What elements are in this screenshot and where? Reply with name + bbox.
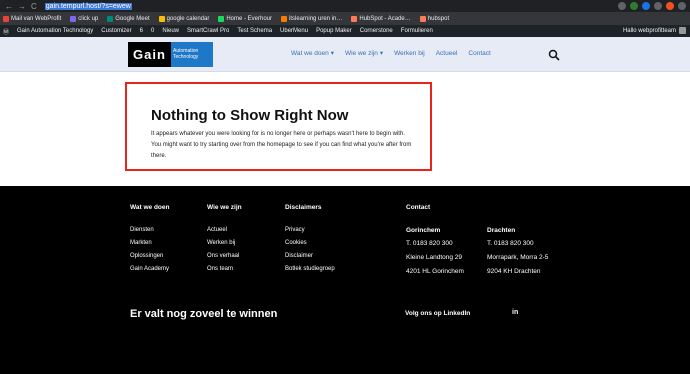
- admin-item[interactable]: 6: [140, 28, 143, 34]
- footer-heading: Disclaimers: [285, 204, 322, 211]
- star-icon[interactable]: [618, 2, 626, 10]
- footer-link[interactable]: Privacy: [285, 227, 335, 233]
- footer-link[interactable]: Ons team: [207, 266, 242, 272]
- page-title: Nothing to Show Right Now: [151, 107, 349, 124]
- admin-item[interactable]: Test Schema: [237, 28, 272, 34]
- menu-icon[interactable]: [678, 2, 686, 10]
- browser-nav: ← → C: [0, 2, 37, 11]
- bookmark[interactable]: HubSpot - Acade…: [351, 15, 411, 22]
- extension-icon[interactable]: [642, 2, 650, 10]
- address-bar-row: ← → C gain.tempurl.host/?s=ewew: [0, 0, 690, 12]
- back-icon[interactable]: ←: [5, 2, 13, 11]
- nav-item-actueel[interactable]: Actueel: [436, 49, 458, 57]
- footer-link[interactable]: Ons verhaal: [207, 253, 242, 259]
- extension-icon[interactable]: [630, 2, 638, 10]
- phone-number[interactable]: T. 0183 820 300: [487, 240, 548, 247]
- footer-tagline: Er valt nog zoveel te winnen: [130, 308, 278, 320]
- wordpress-icon[interactable]: Ⓦ: [3, 27, 9, 36]
- city-name: Gorinchem: [406, 227, 441, 234]
- nav-item-wat-we-doen[interactable]: Wat we doen ▾: [291, 49, 334, 58]
- postal-address: 4201 HL Gorinchem: [406, 268, 464, 275]
- gmail-icon: [3, 15, 9, 22]
- everhour-icon: [218, 15, 225, 22]
- admin-item[interactable]: Gain Automation Technology: [17, 28, 93, 34]
- itslearning-icon: [281, 15, 288, 22]
- footer-link[interactable]: Actueel: [207, 227, 242, 233]
- linkedin-icon[interactable]: in: [512, 309, 518, 316]
- footer-col-contact: Contact Gorinchem T. 0183 820 300 Kleine…: [406, 204, 464, 282]
- footer-link[interactable]: Cookies: [285, 240, 335, 246]
- footer-link[interactable]: Botlek studiegroep: [285, 266, 335, 272]
- bookmark[interactable]: Mail van WebProfit: [3, 15, 61, 22]
- bookmark[interactable]: itslearning uren in…: [281, 15, 342, 22]
- nav-item-werken-bij[interactable]: Werken bij: [394, 49, 425, 57]
- logo-subtitle: Automation Technology: [171, 42, 213, 67]
- admin-item[interactable]: Formulieren: [401, 28, 433, 34]
- street-address: Morrapark, Morra 2-5: [487, 254, 549, 261]
- logo-mark: Gain: [128, 42, 171, 67]
- main-nav: Wat we doen ▾ Wie we zijn ▾ Werken bij Act…: [291, 49, 491, 58]
- avatar: [679, 27, 686, 34]
- footer-heading: Wie we zijn: [207, 204, 242, 211]
- site-logo[interactable]: Gain Automation Technology: [128, 42, 213, 67]
- footer-link[interactable]: Markten: [130, 240, 169, 246]
- linkedin-follow-text: Volg ons op LinkedIn: [405, 310, 471, 317]
- extensions: [618, 2, 686, 10]
- city-name: Drachten: [487, 227, 516, 234]
- site-footer: Wat we doen Diensten Markten Oplossingen…: [0, 186, 690, 374]
- greeting: Hallo webprofitteam: [622, 27, 676, 34]
- bookmark[interactable]: Google Meet: [107, 15, 150, 22]
- footer-link[interactable]: Diensten: [130, 227, 169, 233]
- wp-admin-bar: Ⓦ Gain Automation Technology Customizer …: [0, 25, 690, 37]
- postal-address: 9204 KH Drachten: [487, 268, 541, 275]
- footer-col-disclaimers: Disclaimers Privacy Cookies Disclaimer B…: [285, 204, 335, 279]
- hubspot-icon: [419, 15, 426, 22]
- footer-link[interactable]: Gain Academy: [130, 266, 169, 272]
- calendar-icon: [158, 15, 165, 22]
- hubspot-icon: [351, 15, 358, 22]
- puzzle-icon[interactable]: [654, 2, 662, 10]
- footer-link[interactable]: Oplossingen: [130, 253, 169, 259]
- chevron-down-icon: ▾: [330, 50, 334, 57]
- phone-number[interactable]: T. 0183 820 300: [406, 240, 464, 247]
- admin-item[interactable]: Popup Maker: [316, 28, 352, 34]
- nav-item-contact[interactable]: Contact: [468, 49, 490, 57]
- url-field[interactable]: gain.tempurl.host/?s=ewew: [44, 2, 132, 11]
- bookmark[interactable]: click up: [70, 15, 98, 22]
- meet-icon: [107, 15, 114, 22]
- footer-heading: Wat we doen: [130, 204, 170, 211]
- footer-link[interactable]: Werken bij: [207, 240, 242, 246]
- nav-item-wie-we-zijn[interactable]: Wie we zijn ▾: [345, 49, 384, 58]
- profile-avatar-icon[interactable]: [666, 2, 674, 10]
- footer-col-wat-we-doen: Wat we doen Diensten Markten Oplossingen…: [130, 204, 169, 279]
- forward-icon[interactable]: →: [18, 2, 26, 11]
- search-icon[interactable]: [548, 49, 560, 61]
- bookmark[interactable]: Home - Everhour: [218, 15, 272, 22]
- footer-col-drachten: Drachten T. 0183 820 300 Morrapark, Morr…: [487, 204, 548, 282]
- footer-heading: Contact: [406, 204, 431, 211]
- admin-item[interactable]: Customizer: [101, 28, 131, 34]
- reload-icon[interactable]: C: [31, 2, 37, 11]
- bookmark[interactable]: google calendar: [158, 15, 209, 22]
- bookmark[interactable]: hubspot: [419, 15, 449, 22]
- page-message: It appears whatever you were looking for…: [151, 131, 412, 159]
- footer-link[interactable]: Disclaimer: [285, 253, 335, 259]
- admin-item[interactable]: UberMenu: [280, 28, 308, 34]
- admin-item[interactable]: SmartCrawl Pro: [187, 28, 229, 34]
- wp-user[interactable]: Hallo webprofitteam: [623, 27, 686, 34]
- admin-item[interactable]: Nieuw: [162, 28, 179, 34]
- url-text: gain.tempurl.host/?s=ewew: [44, 2, 132, 10]
- admin-item[interactable]: 0: [151, 28, 154, 34]
- admin-item[interactable]: Cornerstone: [360, 28, 393, 34]
- clickup-icon: [70, 15, 77, 22]
- footer-col-wie-we-zijn: Wie we zijn Actueel Werken bij Ons verha…: [207, 204, 242, 279]
- bookmarks-bar: Mail van WebProfit click up Google Meet …: [0, 12, 690, 25]
- chevron-down-icon: ▾: [379, 50, 384, 57]
- street-address: Kleine Landtong 29: [406, 254, 463, 261]
